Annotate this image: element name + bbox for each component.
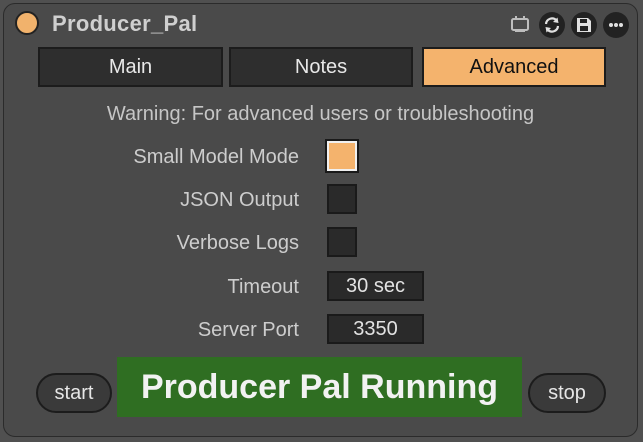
tab-bar: Main Notes Advanced	[38, 47, 606, 87]
stop-button[interactable]: stop	[528, 373, 606, 413]
device-power-toggle[interactable]	[15, 11, 39, 35]
tab-advanced[interactable]: Advanced	[422, 47, 606, 87]
title-bar: Producer_Pal	[4, 4, 637, 44]
json-output-label: JSON Output	[180, 189, 299, 211]
verbose-logs-checkbox[interactable]	[327, 227, 357, 257]
refresh-icon[interactable]	[539, 12, 565, 38]
monitor-icon[interactable]	[507, 12, 533, 38]
device-title: Producer_Pal	[52, 11, 198, 36]
tab-main[interactable]: Main	[38, 47, 223, 87]
start-button[interactable]: start	[36, 373, 112, 413]
small-model-mode-label: Small Model Mode	[133, 146, 299, 168]
timeout-label: Timeout	[227, 276, 299, 298]
verbose-logs-label: Verbose Logs	[176, 232, 299, 254]
save-icon[interactable]	[571, 12, 597, 38]
warning-text: Warning: For advanced users or troublesh…	[106, 103, 535, 125]
json-output-checkbox[interactable]	[327, 184, 357, 214]
tab-notes[interactable]: Notes	[229, 47, 413, 87]
status-banner: Producer Pal Running	[117, 357, 522, 417]
title-icons	[507, 12, 629, 38]
device-panel: Producer_Pal Main Notes Advanced Warning…	[3, 3, 638, 437]
server-port-field[interactable]: 3350	[327, 314, 424, 344]
more-icon[interactable]	[603, 12, 629, 38]
server-port-label: Server Port	[197, 319, 299, 341]
small-model-mode-checkbox[interactable]	[325, 139, 359, 173]
timeout-field[interactable]: 30 sec	[327, 271, 424, 301]
